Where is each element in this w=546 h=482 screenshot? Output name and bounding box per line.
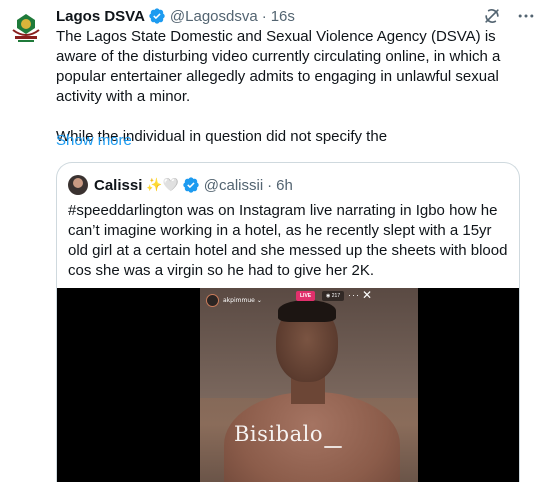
tweet-text: The Lagos State Domestic and Sexual Viol… <box>56 27 526 147</box>
quoted-tweet[interactable]: Calissi ✨🤍 @calissii · 6h #speeddarlingt… <box>56 162 520 482</box>
more-icon[interactable] <box>516 6 536 26</box>
quote-time[interactable]: 6h <box>276 177 293 194</box>
quote-author-name[interactable]: Calissi <box>94 177 142 194</box>
tweet-header: Lagos DSVA @Lagosdsva · 16s <box>56 6 536 26</box>
separator-dot: · <box>261 7 267 25</box>
tweet-time[interactable]: 16s <box>271 8 295 25</box>
video-media[interactable]: akpimmue ⌄ LIVE ◉ 217 ··· ✕ Bisibalo <box>57 288 519 482</box>
separator-dot: · <box>267 176 273 194</box>
tweet-paragraph: The Lagos State Domestic and Sexual Viol… <box>56 28 501 105</box>
tweet[interactable]: Lagos DSVA @Lagosdsva · 16s The Lagos St… <box>0 0 546 482</box>
lagos-state-crest-icon <box>5 6 47 48</box>
quote-author-handle[interactable]: @calissii <box>204 177 263 194</box>
quote-author-emoji: ✨🤍 <box>146 177 179 192</box>
live-badge: LIVE <box>296 291 316 301</box>
watermark-text: Bisibalo <box>234 422 323 446</box>
quote-text: #speeddarlington was on Instagram live n… <box>68 202 508 279</box>
close-icon: ✕ <box>362 288 373 302</box>
header-actions <box>482 6 536 26</box>
verified-badge-icon[interactable] <box>182 176 200 194</box>
show-more-link[interactable]: Show more <box>56 132 132 149</box>
quote-header: Calissi ✨🤍 @calissii · 6h <box>68 174 293 196</box>
chevron-down-icon: ⌄ <box>256 296 262 304</box>
grok-icon[interactable] <box>482 6 502 26</box>
author-name[interactable]: Lagos DSVA <box>56 8 145 25</box>
live-username: akpimmue <box>223 296 255 304</box>
author-handle[interactable]: @Lagosdsva <box>170 8 258 25</box>
viewer-count: ◉ 217 <box>322 291 345 301</box>
quote-author-avatar[interactable] <box>68 175 88 195</box>
watermark-underline <box>324 446 342 448</box>
live-user-avatar <box>206 293 219 307</box>
more-icon: ··· <box>348 290 360 300</box>
video-frame: akpimmue ⌄ LIVE ◉ 217 ··· ✕ Bisibalo <box>200 288 418 482</box>
verified-badge-icon[interactable] <box>148 7 166 25</box>
author-avatar[interactable] <box>5 6 47 48</box>
viewer-count-value: 217 <box>331 293 341 299</box>
